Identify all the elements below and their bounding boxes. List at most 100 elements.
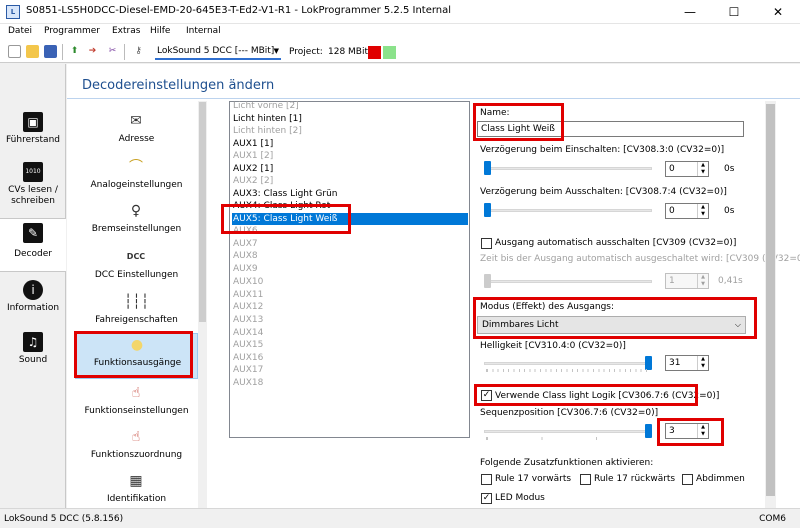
led-mode-label: LED Modus <box>495 493 545 503</box>
new-file-icon[interactable] <box>8 45 21 58</box>
write-icon[interactable]: ➔ <box>86 45 99 58</box>
sequence-slider[interactable] <box>484 430 652 433</box>
decoder-select[interactable]: LokSound 5 DCC [--- MBit] ▼ <box>155 45 281 60</box>
list-item[interactable]: AUX13 <box>232 314 468 326</box>
category-analog[interactable]: ⌒ Analogeinstellungen <box>75 156 198 200</box>
list-item[interactable]: AUX1 [2] <box>232 150 468 162</box>
list-item[interactable]: AUX17 <box>232 364 468 376</box>
maximize-button[interactable]: ☐ <box>712 0 756 24</box>
key-icon[interactable]: ⚷ <box>132 45 145 58</box>
delay-on-unit: 0s <box>724 164 735 174</box>
id-icon: ▦ <box>129 473 143 489</box>
category-funktionseinstellungen[interactable]: ☝ Funktionseinstellungen <box>75 382 198 426</box>
delay-off-label: Verzögerung beim Ausschalten: [CV308.7:4… <box>480 187 727 197</box>
category-dcc[interactable]: DCC DCC Einstellungen <box>75 246 198 290</box>
nav-decoder[interactable]: ✎ Decoder <box>0 218 66 272</box>
nav-fuehrerstand[interactable]: ▣ Führerstand <box>0 108 66 158</box>
list-item[interactable]: AUX2 [2] <box>232 175 468 187</box>
brightness-ticks <box>486 369 650 372</box>
list-item[interactable]: AUX18 <box>232 377 468 389</box>
auto-off-time-spinner[interactable]: 1 ▲ ▼ <box>665 273 709 289</box>
menu-extras[interactable]: Extras <box>112 26 140 36</box>
delay-on-slider[interactable] <box>484 167 652 170</box>
nav-label: Decoder <box>14 249 52 259</box>
delay-off-spinner[interactable]: 0 ▲ ▼ <box>665 203 709 219</box>
window-title: S0851-LS5H0DCC-Diesel-EMD-20-645E3-T-Ed2… <box>26 5 452 16</box>
delay-on-spinner[interactable]: 0 ▲ ▼ <box>665 161 709 177</box>
rule17-forward-label: Rule 17 vorwärts <box>495 474 572 484</box>
delay-off-unit: 0s <box>724 206 735 216</box>
save-icon[interactable] <box>44 45 57 58</box>
spin-down-icon[interactable]: ▼ <box>697 363 708 370</box>
list-item[interactable]: Licht vorne [2] <box>232 100 468 112</box>
list-item[interactable]: AUX2 [1] <box>232 163 468 175</box>
list-item[interactable]: AUX9 <box>232 263 468 275</box>
category-adresse[interactable]: ✉ Adresse <box>75 110 198 154</box>
tools-icon[interactable]: ✂ <box>106 45 119 58</box>
category-brems[interactable]: ♀ Bremseinstellungen <box>75 200 198 244</box>
list-item[interactable]: AUX12 <box>232 301 468 313</box>
menu-datei[interactable]: Datei <box>8 26 32 36</box>
nav-sound[interactable]: ♫ Sound <box>0 328 66 378</box>
list-item[interactable]: AUX16 <box>232 352 468 364</box>
auto-off-time-value: 1 <box>669 276 675 286</box>
delay-on-label: Verzögerung beim Einschalten: [CV308.3:0… <box>480 145 725 155</box>
rule17-forward-checkbox[interactable] <box>481 474 492 485</box>
spin-down-icon[interactable]: ▼ <box>697 211 708 218</box>
menu-programmer[interactable]: Programmer <box>44 26 100 36</box>
spin-up-icon[interactable]: ▲ <box>697 356 708 363</box>
highlight-output <box>221 204 351 234</box>
auto-off-label: Ausgang automatisch ausschalten [CV309 (… <box>495 238 737 248</box>
auto-off-time-slider-thumb[interactable] <box>484 274 491 288</box>
auto-off-time-slider[interactable] <box>484 280 652 283</box>
brightness-label: Helligkeit [CV310.4:0 (CV32=0)] <box>480 341 626 351</box>
spin-up-icon[interactable]: ▲ <box>697 274 708 281</box>
toolbar: ⬆ ➔ ✂ ⚷ LokSound 5 DCC [--- MBit] ▼ Proj… <box>0 41 800 63</box>
brightness-value: 31 <box>669 358 681 368</box>
dcc-icon: DCC <box>126 252 146 261</box>
spin-up-icon[interactable]: ▲ <box>697 204 708 211</box>
spin-down-icon[interactable]: ▼ <box>697 169 708 176</box>
menu-internal[interactable]: Internal <box>186 26 221 36</box>
list-item[interactable]: AUX1 [1] <box>232 138 468 150</box>
delay-on-slider-thumb[interactable] <box>484 161 491 175</box>
menu-hilfe[interactable]: Hilfe <box>150 26 170 36</box>
category-label: DCC Einstellungen <box>94 270 179 280</box>
brightness-slider[interactable] <box>484 362 652 365</box>
brightness-spinner[interactable]: 31 ▲ ▼ <box>665 355 709 371</box>
status-bar: LokSound 5 DCC (5.8.156) COM6 <box>0 508 800 528</box>
nav-information[interactable]: i Information <box>0 276 66 326</box>
delay-off-slider[interactable] <box>484 209 652 212</box>
category-fahreigenschaften[interactable]: ┆┆┆ Fahreigenschaften <box>75 291 198 335</box>
list-item[interactable]: AUX7 <box>232 238 468 250</box>
rule17-reverse-checkbox[interactable] <box>580 474 591 485</box>
brake-icon: ♀ <box>130 203 142 219</box>
delay-off-slider-thumb[interactable] <box>484 203 491 217</box>
list-item[interactable]: AUX8 <box>232 250 468 262</box>
auto-off-checkbox[interactable] <box>481 238 492 249</box>
led-mode-checkbox[interactable]: ✓ <box>481 493 492 504</box>
category-scrollbar-thumb[interactable] <box>199 102 206 322</box>
upload-icon[interactable]: ⬆ <box>68 45 81 58</box>
list-item[interactable]: AUX14 <box>232 327 468 339</box>
list-item[interactable]: AUX11 <box>232 289 468 301</box>
dimming-checkbox[interactable] <box>682 474 693 485</box>
highlight-category <box>74 331 193 378</box>
list-item[interactable]: Licht hinten [1] <box>232 113 468 125</box>
open-folder-icon[interactable] <box>26 45 39 58</box>
spin-up-icon[interactable]: ▲ <box>697 162 708 169</box>
list-item[interactable]: AUX3: Class Light Grün <box>232 188 468 200</box>
list-item[interactable]: Licht hinten [2] <box>232 125 468 137</box>
minimize-button[interactable]: — <box>668 0 712 24</box>
nav-cvs[interactable]: 1010 CVs lesen / schreiben <box>0 158 66 216</box>
list-item[interactable]: AUX10 <box>232 276 468 288</box>
dimming-label: Abdimmen <box>696 474 745 484</box>
category-funktionszuordnung[interactable]: ☝ Funktionszuordnung <box>75 426 198 470</box>
close-button[interactable]: ✕ <box>756 0 800 24</box>
sequence-slider-thumb[interactable] <box>645 424 652 438</box>
category-label: Adresse <box>118 134 155 144</box>
list-item[interactable]: AUX15 <box>232 339 468 351</box>
spin-down-icon[interactable]: ▼ <box>697 281 708 288</box>
settings-scrollbar-thumb[interactable] <box>766 104 775 496</box>
brightness-slider-thumb[interactable] <box>645 356 652 370</box>
